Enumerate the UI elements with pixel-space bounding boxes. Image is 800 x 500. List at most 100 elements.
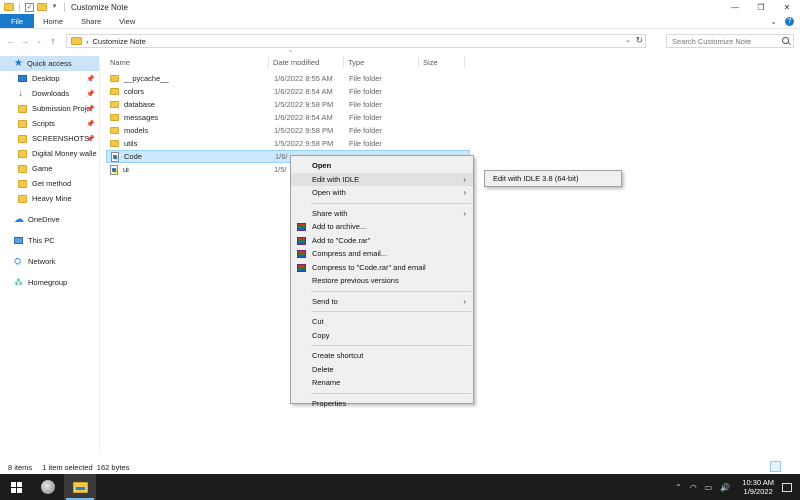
recent-locations-icon[interactable]: ⌄ [32, 34, 46, 48]
sidebar-item-scripts[interactable]: Scripts 📌 [0, 116, 99, 131]
menu-item-label: Send to [312, 296, 338, 306]
sidebar-item-digital-money-wallet[interactable]: Digital Money walle [0, 146, 99, 161]
pin-icon: 📌 [86, 90, 95, 98]
file-row[interactable]: utils 1/5/2022 9:58 PM File folder [106, 137, 470, 150]
sidebar-item-this-pc[interactable]: This PC [0, 233, 99, 248]
menu-item-edit-with-idle[interactable]: Edit with IDLE › [291, 172, 473, 186]
menu-item-label: Restore previous versions [312, 276, 399, 286]
menu-item-compress-and-email[interactable]: Compress and email... [291, 247, 473, 261]
back-arrow-icon[interactable]: ← [4, 34, 18, 48]
menu-item-cut[interactable]: Cut [291, 315, 473, 329]
navigation-pane: ★ Quick access Desktop 📌 ↓ Downloads 📌 S… [0, 56, 100, 454]
menu-item-share-with[interactable]: Share with › [291, 207, 473, 221]
column-header-name[interactable]: Name [106, 56, 269, 68]
address-path[interactable]: Customize Note [93, 37, 146, 46]
sidebar-item-get-method[interactable]: Get method [0, 176, 99, 191]
menu-item-open-with[interactable]: Open with › [291, 186, 473, 200]
battery-icon[interactable]: ▭ [705, 483, 713, 492]
properties-icon[interactable]: ✓ [25, 2, 34, 12]
menu-item-edit-with-idle-38[interactable]: Edit with IDLE 3.8 (64-bit) [491, 173, 619, 184]
sidebar-item-desktop[interactable]: Desktop 📌 [0, 71, 99, 86]
chevron-up-icon[interactable]: ⌃ [675, 483, 682, 492]
forward-arrow-icon[interactable]: → [18, 34, 32, 48]
up-arrow-icon[interactable]: ↑ [46, 34, 60, 48]
details-view-icon[interactable] [770, 461, 781, 472]
folder-icon [110, 114, 119, 121]
menu-separator [311, 311, 471, 312]
menu-item-add-to-code-rar[interactable]: Add to "Code.rar" [291, 234, 473, 248]
tab-view[interactable]: View [110, 14, 144, 28]
file-row[interactable]: __pycache__ 1/6/2022 8:55 AM File folder [106, 72, 470, 85]
menu-item-send-to[interactable]: Send to › [291, 295, 473, 309]
help-icon[interactable]: ? [785, 17, 794, 26]
address-bar[interactable]: › Customize Note ⌄ ↻ [66, 34, 646, 48]
status-bar: 8 items 1 item selected 162 bytes [0, 460, 800, 474]
folder-icon [110, 140, 119, 147]
address-separator[interactable]: › [86, 37, 89, 46]
clock-time: 10:30 AM [742, 478, 774, 487]
sidebar-item-homegroup[interactable]: ⁂ Homegroup [0, 275, 99, 290]
menu-item-restore-previous-versions[interactable]: Restore previous versions [291, 274, 473, 288]
file-name: colors [124, 87, 145, 96]
column-header-type[interactable]: Type [344, 56, 419, 68]
menu-item-delete[interactable]: Delete [291, 363, 473, 377]
sidebar-item-quick-access[interactable]: ★ Quick access [0, 56, 99, 71]
file-date: 1/5/2022 9:58 PM [274, 139, 334, 148]
start-button[interactable] [0, 474, 32, 500]
menu-item-open[interactable]: Open [291, 159, 473, 173]
volume-icon[interactable]: 🔊 [720, 483, 730, 492]
chevron-right-icon: › [463, 208, 466, 218]
sidebar-item-label: Homegroup [28, 278, 68, 287]
refresh-icon[interactable]: ↻ [635, 35, 643, 46]
file-row[interactable]: colors 1/6/2022 8:54 AM File folder [106, 85, 470, 98]
winrar-icon [297, 263, 306, 272]
tab-share[interactable]: Share [72, 14, 110, 28]
sidebar-item-game[interactable]: Game [0, 161, 99, 176]
column-headers: Name Date modified Type Size ^ [106, 50, 465, 68]
menu-item-create-shortcut[interactable]: Create shortcut [291, 349, 473, 363]
sidebar-item-network[interactable]: ⛭ Network [0, 254, 99, 269]
menu-item-properties[interactable]: Properties [291, 397, 473, 411]
ribbon-tabs: File Home Share View ⌄ ? [0, 14, 800, 29]
chevron-down-icon[interactable]: ⌄ [625, 36, 631, 44]
menu-item-add-to-archive[interactable]: Add to archive... [291, 220, 473, 234]
column-header-date-modified[interactable]: Date modified [269, 56, 344, 68]
sidebar-item-screenshots[interactable]: SCREENSHOTS 📌 [0, 131, 99, 146]
tab-home[interactable]: Home [34, 14, 72, 28]
folder-icon [18, 164, 27, 173]
menu-item-label: Add to archive... [312, 222, 367, 232]
notifications-icon[interactable] [782, 482, 792, 492]
pin-icon: 📌 [86, 135, 95, 143]
folder-icon [18, 119, 27, 128]
navigation-bar: ← → ⌄ ↑ › Customize Note ⌄ ↻ Search Cust… [0, 32, 800, 50]
sidebar-item-label: Submission Proje [32, 104, 91, 113]
sidebar-item-submission-project[interactable]: Submission Proje 📌 [0, 101, 99, 116]
folder-icon [18, 179, 27, 188]
taskbar-app-idle[interactable] [32, 474, 64, 500]
menu-item-copy[interactable]: Copy [291, 329, 473, 343]
column-header-size[interactable]: Size [419, 56, 465, 68]
sidebar-item-onedrive[interactable]: ☁ OneDrive [0, 212, 99, 227]
close-button[interactable]: ✕ [774, 0, 800, 14]
search-input[interactable]: Search Customize Note [666, 34, 794, 48]
menu-item-label: Cut [312, 317, 324, 327]
file-row[interactable]: models 1/5/2022 9:58 PM File folder [106, 124, 470, 137]
file-row[interactable]: database 1/5/2022 9:58 PM File folder [106, 98, 470, 111]
minimize-button[interactable]: — [722, 0, 748, 14]
clock[interactable]: 10:30 AM 1/9/2022 [742, 478, 774, 496]
taskbar-app-file-explorer[interactable] [64, 474, 96, 500]
expand-ribbon-icon[interactable]: ⌄ [770, 17, 777, 26]
sidebar-item-heavy-mine[interactable]: Heavy Mine [0, 191, 99, 206]
new-folder-icon[interactable] [37, 3, 47, 11]
maximize-button[interactable]: ❐ [748, 0, 774, 14]
tab-file[interactable]: File [0, 14, 35, 28]
menu-item-rename[interactable]: Rename [291, 376, 473, 390]
menu-item-compress-to-code-rar-email[interactable]: Compress to "Code.rar" and email [291, 261, 473, 275]
wifi-icon[interactable]: ◠ [690, 483, 697, 492]
menu-separator [311, 202, 471, 204]
sidebar-item-downloads[interactable]: ↓ Downloads 📌 [0, 86, 99, 101]
sidebar-item-label: Get method [32, 179, 72, 188]
file-row[interactable]: messages 1/6/2022 8:54 AM File folder [106, 111, 470, 124]
large-icons-view-icon[interactable] [783, 461, 794, 472]
customize-toolbar-icon[interactable]: ▾ [50, 2, 59, 12]
